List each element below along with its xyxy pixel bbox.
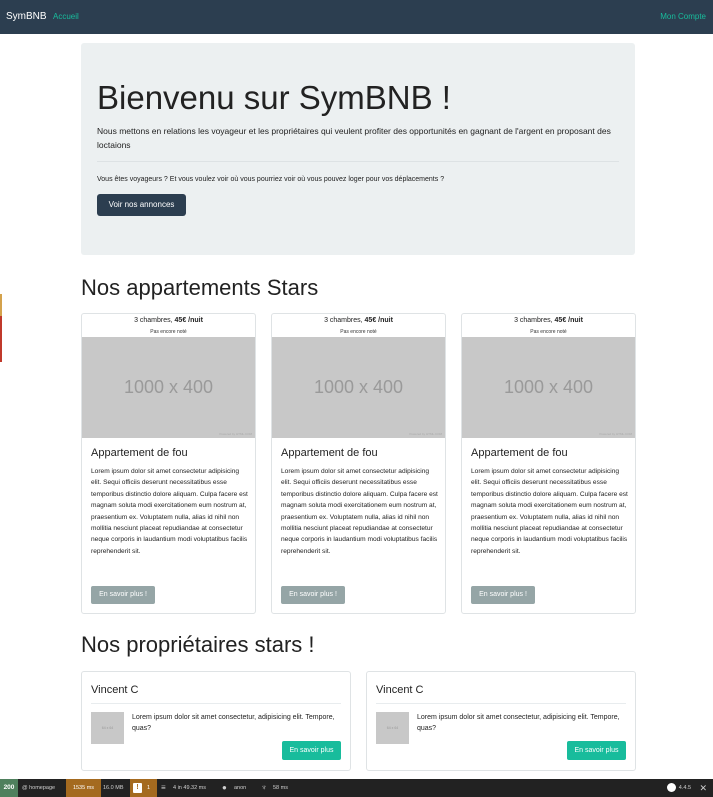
symfony-version-panel[interactable]: 4.4.5 [666,779,691,797]
welcome-question: Vous êtes voyageurs ? Et vous voulez voi… [97,176,445,183]
avatar-placeholder-text: 64 x 64 [386,726,399,730]
ad-rating: Pas encore noté [530,329,567,335]
avatar-placeholder-text: 64 x 64 [101,726,114,730]
twig-icon: ♆ [261,783,267,792]
ad-more-button[interactable]: En savoir plus ! [281,586,345,604]
ad-description: Lorem ipsum dolor sit amet consectetur a… [91,468,248,555]
ad-image-credit: Powered by HTML.COM [409,432,442,436]
owner-name: Vincent C [376,684,424,696]
status-code-badge[interactable]: 200 [0,779,18,797]
ad-image[interactable]: 1000 x 400 Powered by HTML.COM [462,337,635,438]
database-queries: 4 in 49.32 ms [173,785,207,791]
ad-rooms: 3 chambres, [514,317,555,324]
alert-panel[interactable]: ! 1 [130,779,157,797]
memory-usage[interactable]: 16.0 MB [103,779,123,797]
divider [91,703,341,704]
ad-card: 3 chambres, 45€ /nuit Pas encore noté 10… [271,313,446,614]
alert-count: 1 [147,785,151,791]
page-title: Bienvenu sur SymBNB ! [97,79,451,116]
ad-rooms: 3 chambres, [324,317,365,324]
ad-more-button[interactable]: En savoir plus ! [471,586,535,604]
twig-panel[interactable]: ♆ 58 ms [261,779,288,797]
ad-title: Appartement de fou [471,447,568,459]
user-icon: ● [222,783,227,792]
divider [97,161,619,162]
ad-rating: Pas encore noté [340,329,377,335]
avatar: 64 x 64 [91,712,124,744]
owner-card: Vincent C 64 x 64 Lorem ipsum dolor sit … [81,671,351,771]
alert-icon: ! [133,783,142,793]
ad-image[interactable]: 1000 x 400 Powered by HTML.COM [272,337,445,438]
ad-image-placeholder-text: 1000 x 400 [123,377,214,397]
symfony-logo-icon [666,783,676,792]
ad-card-header: 3 chambres, 45€ /nuit [272,317,445,324]
ad-image-credit: Powered by HTML.COM [599,432,632,436]
ad-price: 45€ /nuit [554,317,583,324]
ad-card: 3 chambres, 45€ /nuit Pas encore noté 10… [81,313,256,614]
top-navbar: SymBNB Accueil Mon Compte [0,0,713,34]
side-marker-top [0,294,2,316]
user-name: anon [234,785,247,791]
debug-toolbar: 200 @ homepage 1535 ms 16.0 MB ! 1 ≡ 4 i… [0,779,713,797]
owner-more-button[interactable]: En savoir plus [567,741,626,760]
ad-price: 45€ /nuit [364,317,393,324]
ad-image[interactable]: 1000 x 400 Powered by HTML.COM [82,337,255,438]
ad-description: Lorem ipsum dolor sit amet consectetur a… [471,468,628,555]
brand-link[interactable]: SymBNB [6,11,47,22]
ad-price: 45€ /nuit [174,317,203,324]
owners-section-title: Nos propriétaires stars ! [81,632,315,657]
close-icon[interactable]: ✕ [699,779,707,797]
ad-title: Appartement de fou [281,447,378,459]
divider [376,703,626,704]
nav-link-account[interactable]: Mon Compte [660,12,706,21]
database-icon: ≡ [161,783,166,792]
nav-link-home[interactable]: Accueil [53,12,79,21]
ad-more-button[interactable]: En savoir plus ! [91,586,155,604]
ad-image-placeholder-text: 1000 x 400 [313,377,404,397]
twig-time: 58 ms [273,785,288,791]
owner-bio: Lorem ipsum dolor sit amet consectetur, … [417,714,620,732]
ad-image-placeholder-text: 1000 x 400 [503,377,594,397]
owner-card: Vincent C 64 x 64 Lorem ipsum dolor sit … [366,671,636,771]
ads-section-title: Nos appartements Stars [81,275,319,300]
route-name[interactable]: @ homepage [20,779,55,797]
user-panel[interactable]: ● anon [222,779,246,797]
request-time[interactable]: 1535 ms [66,779,101,797]
avatar: 64 x 64 [376,712,409,744]
owner-name: Vincent C [91,684,139,696]
ad-card-header: 3 chambres, 45€ /nuit [462,317,635,324]
ad-card-header: 3 chambres, 45€ /nuit [82,317,255,324]
ad-description: Lorem ipsum dolor sit amet consectetur a… [281,468,438,555]
owner-more-button[interactable]: En savoir plus [282,741,341,760]
ad-rating: Pas encore noté [150,329,187,335]
database-panel[interactable]: ≡ 4 in 49.32 ms [161,779,206,797]
ad-rooms: 3 chambres, [134,317,175,324]
symfony-version: 4.4.5 [678,785,691,791]
ad-image-credit: Powered by HTML.COM [219,432,252,436]
ad-title: Appartement de fou [91,447,188,459]
welcome-lead: Nous mettons en relations les voyageur e… [97,126,611,150]
welcome-jumbotron: Bienvenu sur SymBNB ! Nous mettons en re… [81,43,635,255]
ad-card: 3 chambres, 45€ /nuit Pas encore noté 10… [461,313,636,614]
owner-bio: Lorem ipsum dolor sit amet consectetur, … [132,714,335,732]
view-ads-button[interactable]: Voir nos annonces [97,194,186,216]
